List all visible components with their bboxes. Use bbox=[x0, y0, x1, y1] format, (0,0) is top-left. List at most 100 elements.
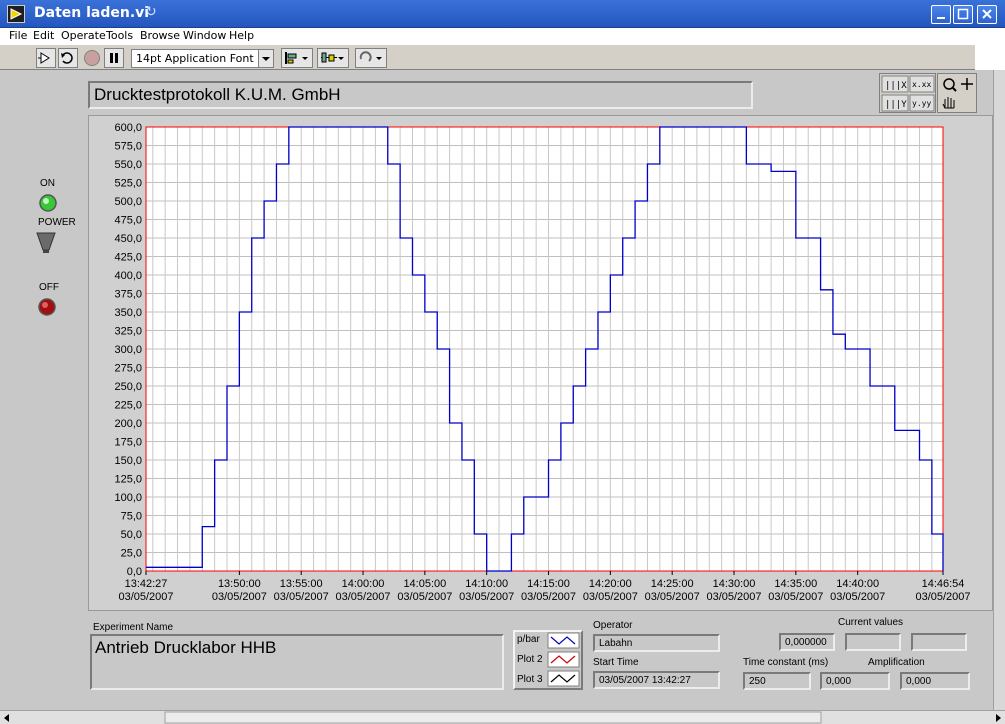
pause-button[interactable] bbox=[104, 48, 124, 68]
reorder-button[interactable] bbox=[355, 48, 387, 68]
x-tick-label-time: 14:25:00 bbox=[651, 578, 694, 590]
power-switch-label: POWER bbox=[38, 217, 76, 228]
time-constant-field[interactable]: 250 bbox=[743, 672, 811, 690]
y-tick-label: 400,0 bbox=[114, 270, 142, 282]
x-tick-label-date: 03/05/2007 bbox=[274, 591, 329, 603]
y-tick-label: 0,0 bbox=[127, 566, 142, 578]
chart-svg: 0,0 25,0 50,0 75,0 100,0 125,0 150,0 175,0 200,0… bbox=[114, 122, 970, 603]
maximize-button[interactable] bbox=[953, 5, 973, 24]
y-tick-label: 425,0 bbox=[114, 252, 142, 264]
distribute-objects-button[interactable] bbox=[317, 48, 349, 68]
menu-edit[interactable]: Edit bbox=[33, 29, 54, 42]
legend-item-label: Plot 2 bbox=[517, 654, 543, 665]
legend-swatch-1 bbox=[547, 632, 580, 649]
y-tick-label: 375,0 bbox=[114, 289, 142, 301]
power-switch[interactable] bbox=[34, 230, 58, 256]
x-tick-label-time: 14:40:00 bbox=[836, 578, 879, 590]
scale-legend-palette[interactable]: |||X x.xx |||Y y.yy bbox=[879, 73, 936, 113]
x-tick-label-time: 14:10:00 bbox=[465, 578, 508, 590]
menu-file[interactable]: File bbox=[9, 29, 27, 42]
menu-operate[interactable]: Operate bbox=[61, 29, 106, 42]
legend-item-label: Plot 3 bbox=[517, 674, 543, 685]
experiment-name-value: Antrieb Drucklabor HHB bbox=[95, 638, 277, 657]
menu-tools[interactable]: Tools bbox=[106, 29, 133, 42]
y-tick-label: 25,0 bbox=[121, 548, 142, 560]
font-selector[interactable]: 14pt Application Font bbox=[131, 49, 274, 68]
graph-tool-palette[interactable] bbox=[937, 73, 977, 113]
on-led-icon bbox=[39, 194, 57, 212]
start-time-value: 03/05/2007 13:42:27 bbox=[599, 675, 691, 686]
legend-item-label: p/bar bbox=[517, 634, 540, 645]
x-tick-label-date: 03/05/2007 bbox=[459, 591, 514, 603]
x-tick-label-date: 03/05/2007 bbox=[397, 591, 452, 603]
plot-legend[interactable]: p/bar Plot 2 Plot 3 bbox=[513, 630, 583, 690]
x-tick-label-time: 14:30:00 bbox=[713, 578, 756, 590]
operator-label: Operator bbox=[593, 620, 633, 631]
page-title: Drucktestprotokoll K.U.M. GmbH bbox=[88, 81, 753, 109]
run-continuously-button[interactable] bbox=[58, 48, 78, 68]
y-tick-label: 150,0 bbox=[114, 455, 142, 467]
x-tick-label-time: 14:46:54 bbox=[922, 578, 965, 590]
y-tick-label: 300,0 bbox=[114, 344, 142, 356]
y-tick-label: 100,0 bbox=[114, 492, 142, 504]
current-value: 0,000000 bbox=[785, 637, 827, 648]
current-value-field[interactable]: 0,000000 bbox=[779, 633, 835, 651]
current-value-field[interactable] bbox=[845, 633, 901, 651]
svg-text:|||Y: |||Y bbox=[885, 100, 907, 110]
minimize-button[interactable] bbox=[931, 5, 951, 24]
y-tick-label: 350,0 bbox=[114, 307, 142, 319]
y-tick-label: 475,0 bbox=[114, 215, 142, 227]
x-tick-label-date: 03/05/2007 bbox=[583, 591, 638, 603]
x-tick-label-date: 03/05/2007 bbox=[335, 591, 390, 603]
window-title: Daten laden.vi bbox=[34, 5, 150, 21]
x-tick-label-date: 03/05/2007 bbox=[830, 591, 885, 603]
current-values-label: Current values bbox=[838, 617, 904, 628]
run-button[interactable] bbox=[36, 48, 56, 68]
y-tick-label: 600,0 bbox=[114, 122, 142, 134]
y-tick-label: 500,0 bbox=[114, 196, 142, 208]
y-tick-label: 525,0 bbox=[114, 178, 142, 190]
menu-help[interactable]: Help bbox=[229, 29, 254, 42]
experiment-name-label: Experiment Name bbox=[93, 622, 174, 633]
title-bar: Daten laden.vi ↻ bbox=[0, 0, 1005, 28]
x-tick-label-date: 03/05/2007 bbox=[768, 591, 823, 603]
x-tick-label-time: 14:35:00 bbox=[774, 578, 817, 590]
y-tick-label: 50,0 bbox=[121, 529, 142, 541]
x-tick-label-time: 14:15:00 bbox=[527, 578, 570, 590]
menu-bar: File Edit Operate Tools Browse Window He… bbox=[0, 28, 975, 44]
vertical-scrollbar[interactable] bbox=[993, 70, 1005, 710]
off-led-icon bbox=[38, 298, 56, 316]
x-tick-label-time: 13:50:00 bbox=[218, 578, 261, 590]
align-objects-button[interactable] bbox=[281, 48, 313, 68]
y-tick-label: 125,0 bbox=[114, 474, 142, 486]
swirl-icon: ↻ bbox=[145, 4, 157, 20]
labview-vi-icon[interactable] bbox=[7, 5, 25, 23]
current-value-field[interactable] bbox=[911, 633, 967, 651]
x-tick-label-time: 14:05:00 bbox=[403, 578, 446, 590]
svg-text:y.yy: y.yy bbox=[912, 99, 931, 108]
close-button[interactable] bbox=[977, 5, 997, 24]
experiment-name-field[interactable]: Antrieb Drucklabor HHB bbox=[90, 634, 504, 690]
amplification-field[interactable]: 0,000 bbox=[900, 672, 970, 690]
y-tick-label: 250,0 bbox=[114, 381, 142, 393]
y-tick-label: 200,0 bbox=[114, 418, 142, 430]
amplification-field[interactable]: 0,000 bbox=[820, 672, 890, 690]
start-time-field[interactable]: 03/05/2007 13:42:27 bbox=[593, 671, 720, 689]
x-tick-label-time: 14:00:00 bbox=[342, 578, 385, 590]
horizontal-scrollbar[interactable] bbox=[0, 710, 1005, 724]
x-tick-label-time: 14:20:00 bbox=[589, 578, 632, 590]
on-led-label: ON bbox=[40, 178, 55, 189]
amplification-value: 0,000 bbox=[906, 676, 932, 687]
svg-text:|||X: |||X bbox=[885, 81, 907, 91]
menu-browse[interactable]: Browse bbox=[140, 29, 180, 42]
time-constant-value: 250 bbox=[749, 676, 766, 687]
y-tick-label: 450,0 bbox=[114, 233, 142, 245]
x-tick-label-time: 13:42:27 bbox=[125, 578, 168, 590]
x-tick-label-date: 03/05/2007 bbox=[118, 591, 173, 603]
abort-button[interactable] bbox=[82, 48, 102, 68]
time-constant-label: Time constant (ms) bbox=[743, 657, 829, 668]
x-tick-label-date: 03/05/2007 bbox=[212, 591, 267, 603]
operator-field[interactable]: Labahn bbox=[593, 634, 720, 652]
menu-window[interactable]: Window bbox=[183, 29, 226, 42]
off-led-label: OFF bbox=[39, 282, 59, 293]
